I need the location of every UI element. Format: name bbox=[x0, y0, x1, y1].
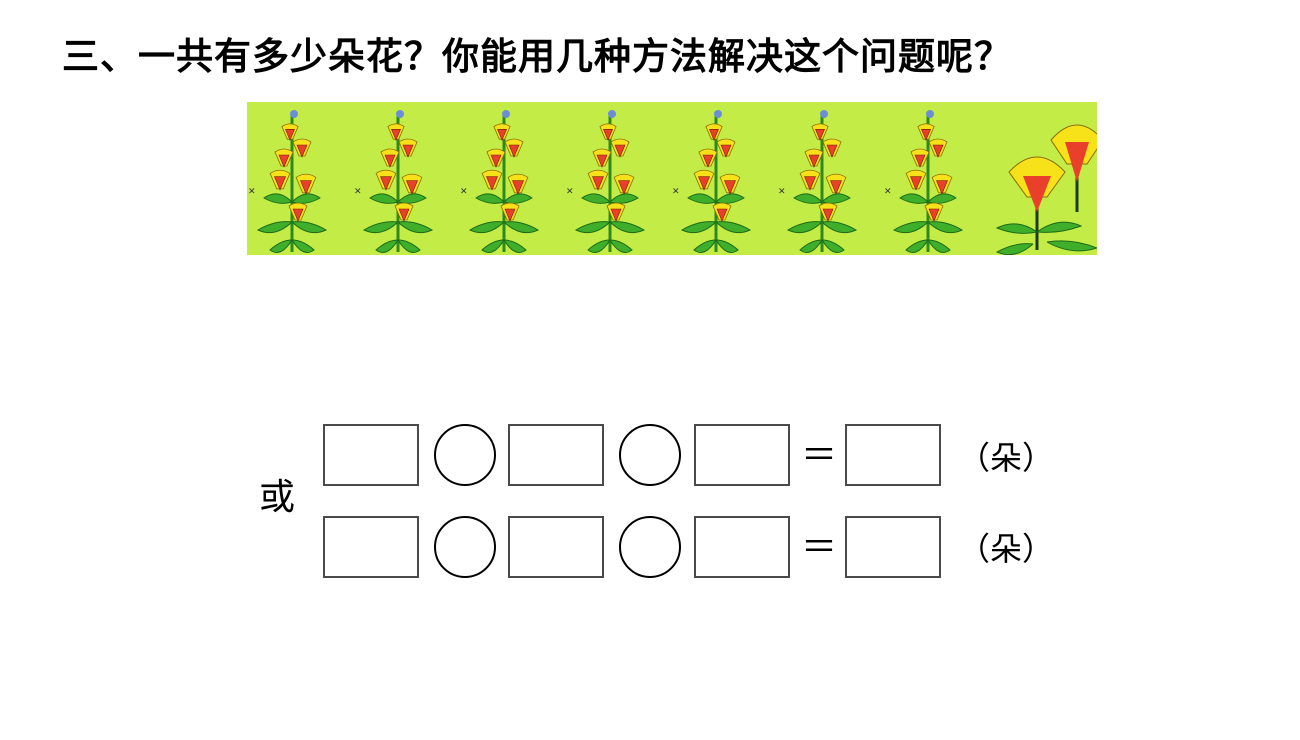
tall-flower-plant-icon: ✕ bbox=[460, 110, 540, 253]
answer-box-1[interactable] bbox=[323, 516, 419, 578]
answer-box-3[interactable] bbox=[694, 424, 790, 486]
tall-flower-plant-icon: ✕ bbox=[354, 110, 434, 253]
svg-text:✕: ✕ bbox=[672, 187, 680, 197]
svg-text:✕: ✕ bbox=[248, 187, 256, 197]
answer-box-1[interactable] bbox=[323, 424, 419, 486]
answer-box-2[interactable] bbox=[508, 424, 604, 486]
tall-flower-plant-icon: ✕ bbox=[672, 110, 752, 253]
tall-flower-plant-icon: ✕ bbox=[884, 110, 964, 253]
tall-flower-plant-icon: ✕ bbox=[778, 110, 858, 253]
svg-text:✕: ✕ bbox=[460, 187, 468, 197]
result-box[interactable] bbox=[845, 424, 941, 486]
operator-circle-1[interactable] bbox=[434, 424, 496, 486]
flower-plants-illustration: ✕ ✕ ✕ ✕ ✕ ✕ ✕ bbox=[248, 110, 1097, 255]
small-flower-plant-icon bbox=[995, 124, 1097, 255]
flower-picture: ✕ ✕ ✕ ✕ ✕ ✕ ✕ bbox=[247, 102, 1097, 255]
operator-circle-2[interactable] bbox=[619, 424, 681, 486]
tall-flower-plant-icon: ✕ bbox=[248, 110, 328, 253]
answer-box-2[interactable] bbox=[508, 516, 604, 578]
svg-text:✕: ✕ bbox=[778, 187, 786, 197]
question-title: 三、一共有多少朵花？你能用几种方法解决这个问题呢？ bbox=[62, 34, 1012, 78]
or-label: 或 bbox=[259, 477, 296, 518]
result-box[interactable] bbox=[845, 516, 941, 578]
tall-flower-plant-icon: ✕ bbox=[566, 110, 646, 253]
svg-text:✕: ✕ bbox=[354, 187, 362, 197]
svg-text:✕: ✕ bbox=[566, 187, 574, 197]
answer-box-3[interactable] bbox=[694, 516, 790, 578]
unit-label: （朵） bbox=[958, 439, 1055, 477]
equals-sign: ＝ bbox=[801, 527, 838, 568]
unit-label: （朵） bbox=[958, 530, 1055, 568]
equals-sign: ＝ bbox=[801, 435, 838, 476]
svg-text:✕: ✕ bbox=[884, 187, 892, 197]
operator-circle-1[interactable] bbox=[434, 516, 496, 578]
operator-circle-2[interactable] bbox=[619, 516, 681, 578]
